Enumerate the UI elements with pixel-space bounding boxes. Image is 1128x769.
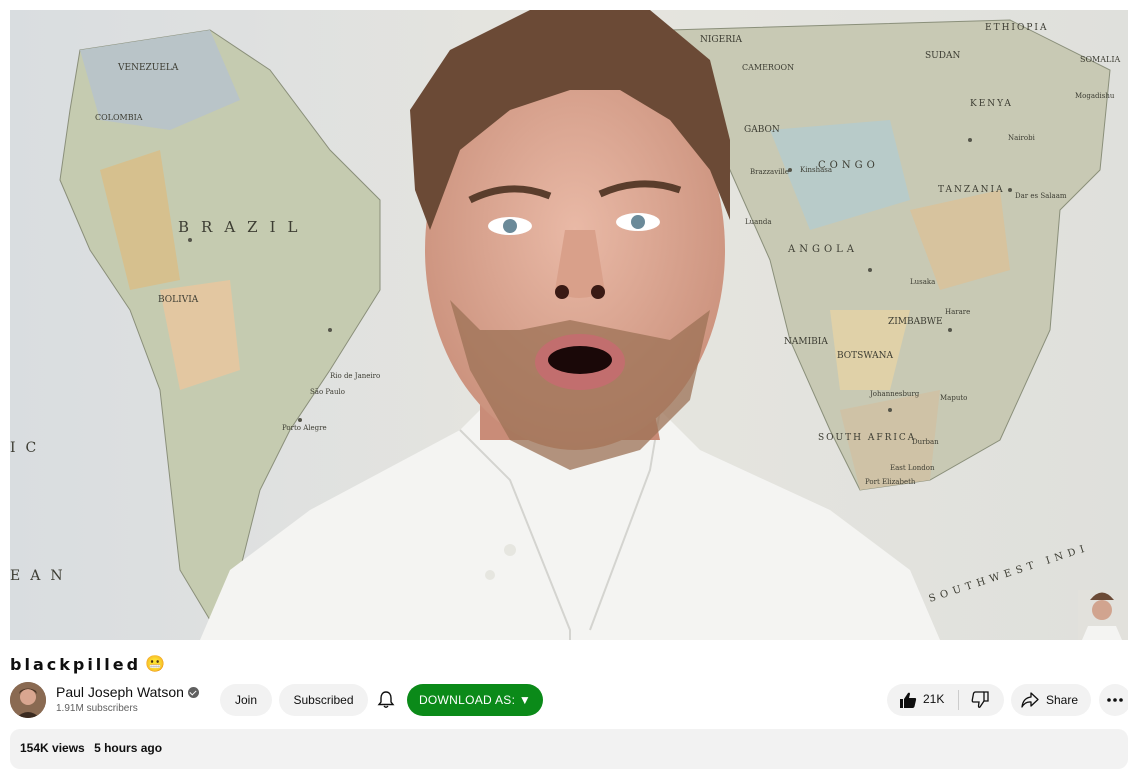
- map-label: CAMEROON: [742, 63, 794, 72]
- map-label: Dar es Salaam: [1015, 192, 1067, 200]
- map-label: KENYA: [970, 99, 1013, 109]
- like-count: 21K: [923, 692, 945, 706]
- map-label: Mogadishu: [1075, 92, 1115, 100]
- map-label: Kinshasa: [800, 166, 832, 174]
- grimace-emoji: 😬: [145, 656, 165, 673]
- map-label: Port Elizabeth: [865, 478, 916, 486]
- map-label: São Paulo: [310, 388, 345, 396]
- subscribed-button[interactable]: Subscribed: [279, 684, 368, 716]
- map-label: NAMIBIA: [784, 337, 828, 347]
- subscriber-count: 1.91M subscribers: [56, 703, 138, 714]
- map-label: VENEZUELA: [117, 63, 179, 73]
- map-label: ZIMBABWE: [888, 317, 943, 327]
- video-player[interactable]: VENEZUELA COLOMBIA BRAZIL BOLIVIA IC EAN…: [10, 10, 1128, 640]
- map-label: SOUTH AFRICA: [818, 433, 916, 443]
- map-label: ANGOLA: [787, 244, 858, 255]
- map-label: BOTSWANA: [837, 351, 894, 361]
- upload-time: 5 hours ago: [94, 741, 163, 755]
- share-button[interactable]: Share: [1011, 684, 1091, 716]
- thumbs-down-icon: [971, 691, 989, 708]
- description-meta: 154K views 5 hours ago: [20, 741, 162, 755]
- map-label: Durban: [912, 438, 939, 446]
- view-count: 154K views: [20, 741, 85, 755]
- more-actions-button[interactable]: [1099, 684, 1128, 716]
- like-dislike-group: 21K: [887, 684, 1004, 716]
- map-label: Brazzaville: [750, 168, 789, 176]
- map-label: Harare: [945, 308, 970, 316]
- map-label: IC: [10, 440, 46, 456]
- map-label: COLOMBIA: [95, 113, 143, 122]
- video-frame: VENEZUELA COLOMBIA BRAZIL BOLIVIA IC EAN…: [10, 10, 1128, 640]
- map-label: Porto Alegre: [282, 424, 327, 432]
- map-label: EAN: [10, 568, 73, 584]
- map-label: Johannesburg: [869, 390, 920, 398]
- video-title-row: blackpilled 😬: [10, 652, 165, 676]
- map-label: East London: [890, 464, 935, 472]
- channel-name-link[interactable]: Paul Joseph Watson: [56, 684, 199, 700]
- verified-icon: [187, 686, 199, 698]
- map-label: BRAZIL: [178, 218, 309, 236]
- map-label: Nairobi: [1008, 134, 1036, 142]
- map-label: SOMALIA: [1080, 55, 1120, 64]
- map-label: Luanda: [745, 218, 772, 226]
- download-as-button[interactable]: DOWNLOAD AS: ▼: [407, 684, 543, 716]
- map-label: SUDAN: [925, 51, 960, 61]
- map-label: BOLIVIA: [158, 295, 199, 305]
- dislike-button[interactable]: [959, 684, 1004, 716]
- bell-icon[interactable]: [376, 690, 396, 710]
- map-label: ETHIOPIA: [985, 23, 1048, 33]
- description-box[interactable]: 154K views 5 hours ago: [10, 729, 1128, 769]
- map-label: Rio de Janeiro: [330, 372, 380, 380]
- map-label: GABON: [744, 125, 780, 135]
- channel-name: Paul Joseph Watson: [56, 684, 184, 700]
- bell-icon-svg: [377, 691, 395, 708]
- join-button[interactable]: Join: [220, 684, 272, 716]
- video-title: blackpilled: [10, 654, 142, 674]
- like-button[interactable]: 21K: [887, 684, 959, 716]
- map-label: NIGERIA: [700, 35, 743, 45]
- share-label: Share: [1046, 693, 1079, 707]
- avatar-image: [10, 682, 46, 718]
- map-label: TANZANIA: [938, 185, 1005, 195]
- thumbs-up-icon: [900, 692, 917, 708]
- owner-row: Paul Joseph Watson 1.91M subscribers Joi…: [10, 682, 1128, 718]
- map-label: Lusaka: [910, 278, 935, 286]
- map-label: Maputo: [940, 394, 967, 402]
- more-icon: [1107, 698, 1123, 702]
- share-icon: [1021, 692, 1039, 708]
- channel-avatar[interactable]: [10, 682, 46, 718]
